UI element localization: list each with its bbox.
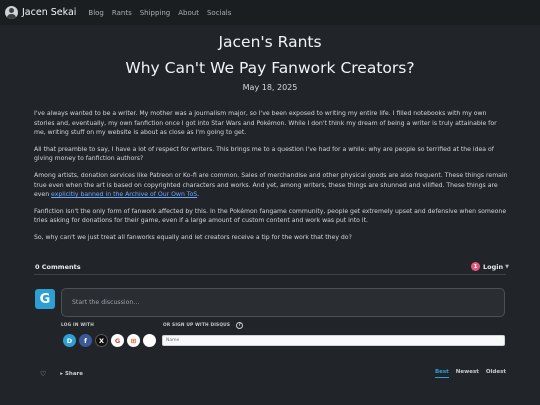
notification-badge[interactable]: 1	[471, 262, 480, 271]
heart-icon[interactable]: ♡	[40, 370, 46, 378]
nav-link-shipping[interactable]: Shipping	[140, 9, 171, 17]
brand-link[interactable]: Jacen Sekai	[5, 6, 76, 19]
login-label[interactable]: Login	[483, 263, 503, 271]
login-with-label: LOG IN WITH	[61, 323, 95, 328]
avatar-icon	[5, 6, 18, 19]
x-icon[interactable]: X	[95, 334, 108, 347]
top-navbar: Jacen Sekai Blog Rants Shipping About So…	[0, 0, 540, 25]
sort-oldest[interactable]: Oldest	[486, 369, 506, 378]
aotd-tos-link[interactable]: explicitly banned in the Archive of Our …	[51, 191, 197, 198]
help-icon[interactable]: ?	[236, 322, 244, 329]
article-paragraph: All that preamble to say, I have a lot o…	[34, 145, 494, 163]
sort-tabs: Best Newest Oldest	[428, 369, 506, 378]
nav-link-blog[interactable]: Blog	[88, 9, 103, 17]
social-login-row: D f X G ⊞	[63, 334, 159, 347]
brand-name: Jacen Sekai	[22, 7, 77, 18]
nav-link-rants[interactable]: Rants	[112, 9, 132, 17]
google-icon[interactable]: G	[111, 334, 124, 347]
article-paragraph: So, why can't we just treat all fanworks…	[34, 233, 352, 241]
article-body: I've always wanted to be a writer. My mo…	[34, 109, 508, 250]
nav-links: Blog Rants Shipping About Socials	[88, 9, 239, 17]
guest-avatar: G	[35, 289, 55, 309]
facebook-icon[interactable]: f	[79, 334, 92, 347]
post-title: Why Can't We Pay Fanwork Creators?	[125, 59, 415, 77]
site-title: Jacen's Rants	[218, 33, 322, 51]
share-button[interactable]: ▸ Share	[60, 371, 83, 377]
disqus-icon[interactable]: D	[63, 334, 76, 347]
name-field[interactable]: Name	[162, 335, 505, 346]
chevron-down-icon[interactable]: ▼	[505, 264, 509, 270]
share-label: Share	[64, 370, 83, 377]
comment-input[interactable]: Start the discussion…	[61, 288, 505, 317]
sort-newest[interactable]: Newest	[456, 369, 479, 378]
article-paragraph: Fanfiction isn't the only form of fanwor…	[34, 207, 507, 225]
comments-divider	[34, 274, 506, 275]
microsoft-icon[interactable]: ⊞	[127, 334, 140, 347]
article-paragraph: I've always wanted to be a writer. My mo…	[34, 110, 497, 137]
signup-disqus-label: OR SIGN UP WITH DISQUS?	[163, 322, 244, 329]
sort-best[interactable]: Best	[434, 369, 449, 378]
nav-link-about[interactable]: About	[178, 9, 199, 17]
comments-footer: ♡ ▸ Share Best Newest Oldest	[40, 369, 506, 378]
nav-link-socials[interactable]: Socials	[207, 9, 231, 17]
apple-icon[interactable]	[143, 334, 156, 347]
comment-count: 0 Comments	[35, 263, 81, 271]
login-menu[interactable]: 1 Login ▼	[471, 262, 509, 271]
paragraph-text: .	[197, 191, 200, 199]
article-paragraph: Among artists, donation services like Pa…	[34, 171, 508, 200]
signup-label-text: OR SIGN UP WITH DISQUS	[163, 323, 231, 328]
post-date: May 18, 2025	[242, 83, 298, 92]
